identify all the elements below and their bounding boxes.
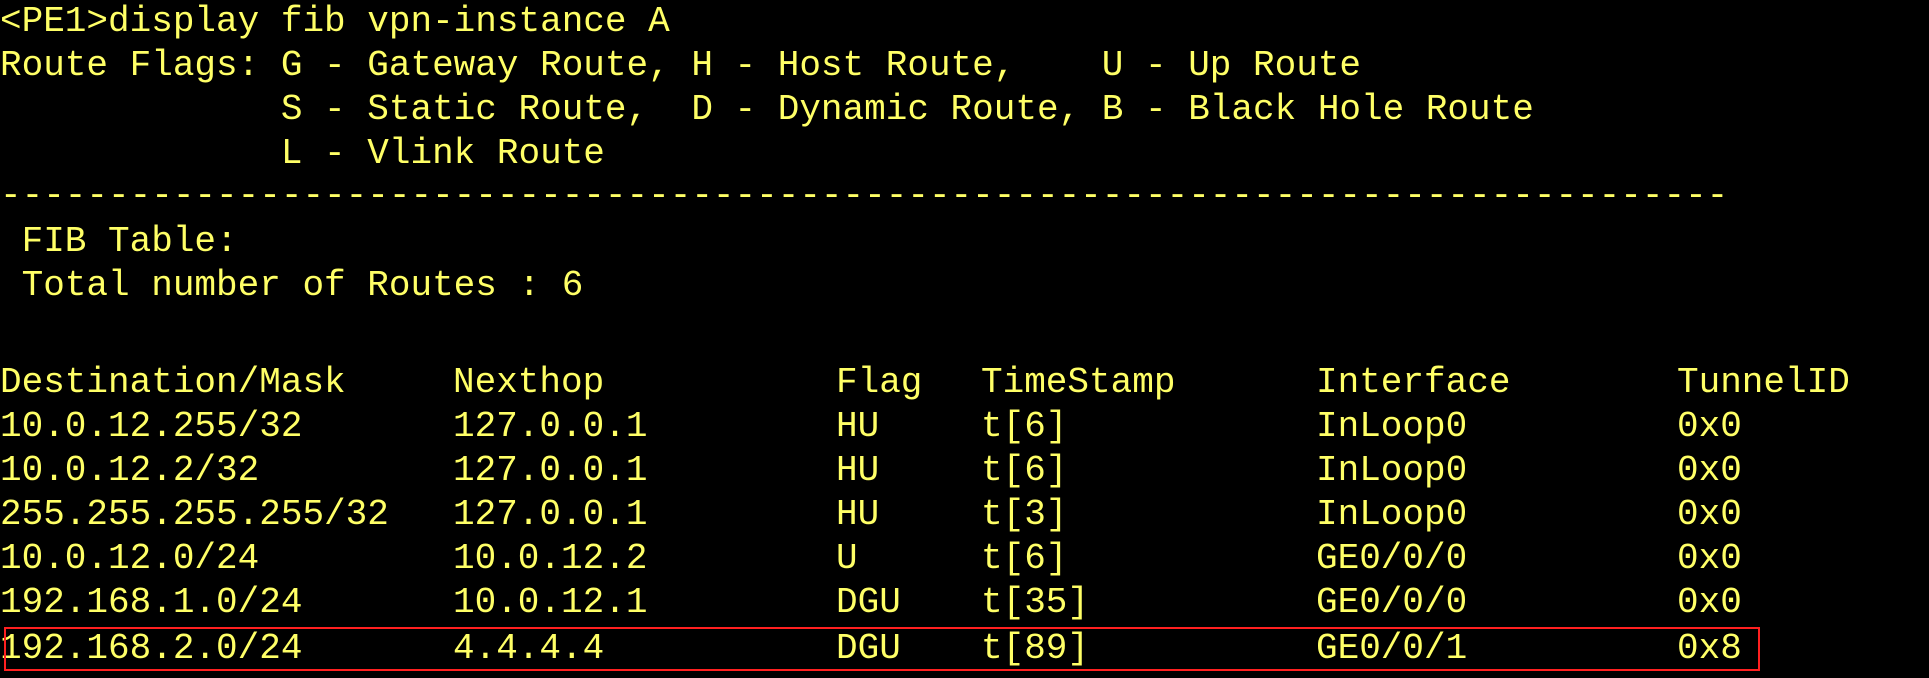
- route-flags-line-2: S - Static Route, D - Dynamic Route, B -…: [0, 89, 1534, 130]
- cell-nexthop: 127.0.0.1: [453, 450, 648, 491]
- cell-interface: InLoop0: [1316, 494, 1468, 535]
- dashed-separator: ----------------------------------------…: [0, 175, 1729, 216]
- cell-destination: 10.0.12.2/32: [0, 450, 260, 491]
- header-nexthop: Nexthop: [453, 362, 605, 403]
- cell-tunnel-id: 0x0: [1677, 494, 1742, 535]
- cell-tunnel-id: 0x0: [1677, 582, 1742, 623]
- fib-table-label: FIB Table:: [0, 221, 238, 262]
- cell-tunnel-id: 0x0: [1677, 538, 1742, 579]
- cell-interface: GE0/0/0: [1316, 538, 1468, 579]
- cell-nexthop: 127.0.0.1: [453, 494, 648, 535]
- cell-nexthop: 10.0.12.2: [453, 538, 648, 579]
- terminal-window: <PE1>display fib vpn-instance A Route Fl…: [0, 0, 1929, 678]
- cell-destination: 192.168.1.0/24: [0, 582, 303, 623]
- cell-timestamp: t[35]: [981, 582, 1090, 623]
- cell-tunnel-id: 0x0: [1677, 450, 1742, 491]
- table-row: 255.255.255.255/32 127.0.0.1 HU t[3] InL…: [0, 493, 1929, 537]
- route-flags-line-1: Route Flags: G - Gateway Route, H - Host…: [0, 45, 1362, 86]
- cell-interface: GE0/0/0: [1316, 582, 1468, 623]
- total-routes-line: Total number of Routes : 6: [0, 265, 584, 306]
- cell-nexthop: 127.0.0.1: [453, 406, 648, 447]
- highlight-annotation-box: [4, 627, 1760, 671]
- cell-interface: InLoop0: [1316, 450, 1468, 491]
- cell-tunnel-id: 0x0: [1677, 406, 1742, 447]
- cell-destination: 10.0.12.0/24: [0, 538, 260, 579]
- cell-timestamp: t[6]: [981, 538, 1068, 579]
- table-row: 10.0.12.255/32 127.0.0.1 HU t[6] InLoop0…: [0, 405, 1929, 449]
- cell-timestamp: t[6]: [981, 450, 1068, 491]
- command-line: <PE1>display fib vpn-instance A: [0, 1, 670, 42]
- header-flag: Flag: [836, 362, 923, 403]
- cell-interface: InLoop0: [1316, 406, 1468, 447]
- header-tunnel-id: TunnelID: [1677, 362, 1850, 403]
- cell-flag: U: [836, 538, 858, 579]
- cell-timestamp: t[3]: [981, 494, 1068, 535]
- header-destination: Destination/Mask: [0, 362, 346, 403]
- table-row: 10.0.12.0/24 10.0.12.2 U t[6] GE0/0/0 0x…: [0, 537, 1929, 581]
- cell-flag: HU: [836, 450, 880, 491]
- cell-flag: HU: [836, 406, 880, 447]
- table-header-row: Destination/Mask Nexthop Flag TimeStamp …: [0, 361, 1929, 405]
- cell-flag: HU: [836, 494, 880, 535]
- header-timestamp: TimeStamp: [981, 362, 1176, 403]
- route-flags-line-3: L - Vlink Route: [0, 133, 605, 174]
- cell-nexthop: 10.0.12.1: [453, 582, 648, 623]
- cell-destination: 255.255.255.255/32: [0, 494, 389, 535]
- table-row: 192.168.1.0/24 10.0.12.1 DGU t[35] GE0/0…: [0, 581, 1929, 625]
- header-interface: Interface: [1316, 362, 1511, 403]
- table-row: 10.0.12.2/32 127.0.0.1 HU t[6] InLoop0 0…: [0, 449, 1929, 493]
- cell-destination: 10.0.12.255/32: [0, 406, 303, 447]
- cell-flag: DGU: [836, 582, 901, 623]
- cell-timestamp: t[6]: [981, 406, 1068, 447]
